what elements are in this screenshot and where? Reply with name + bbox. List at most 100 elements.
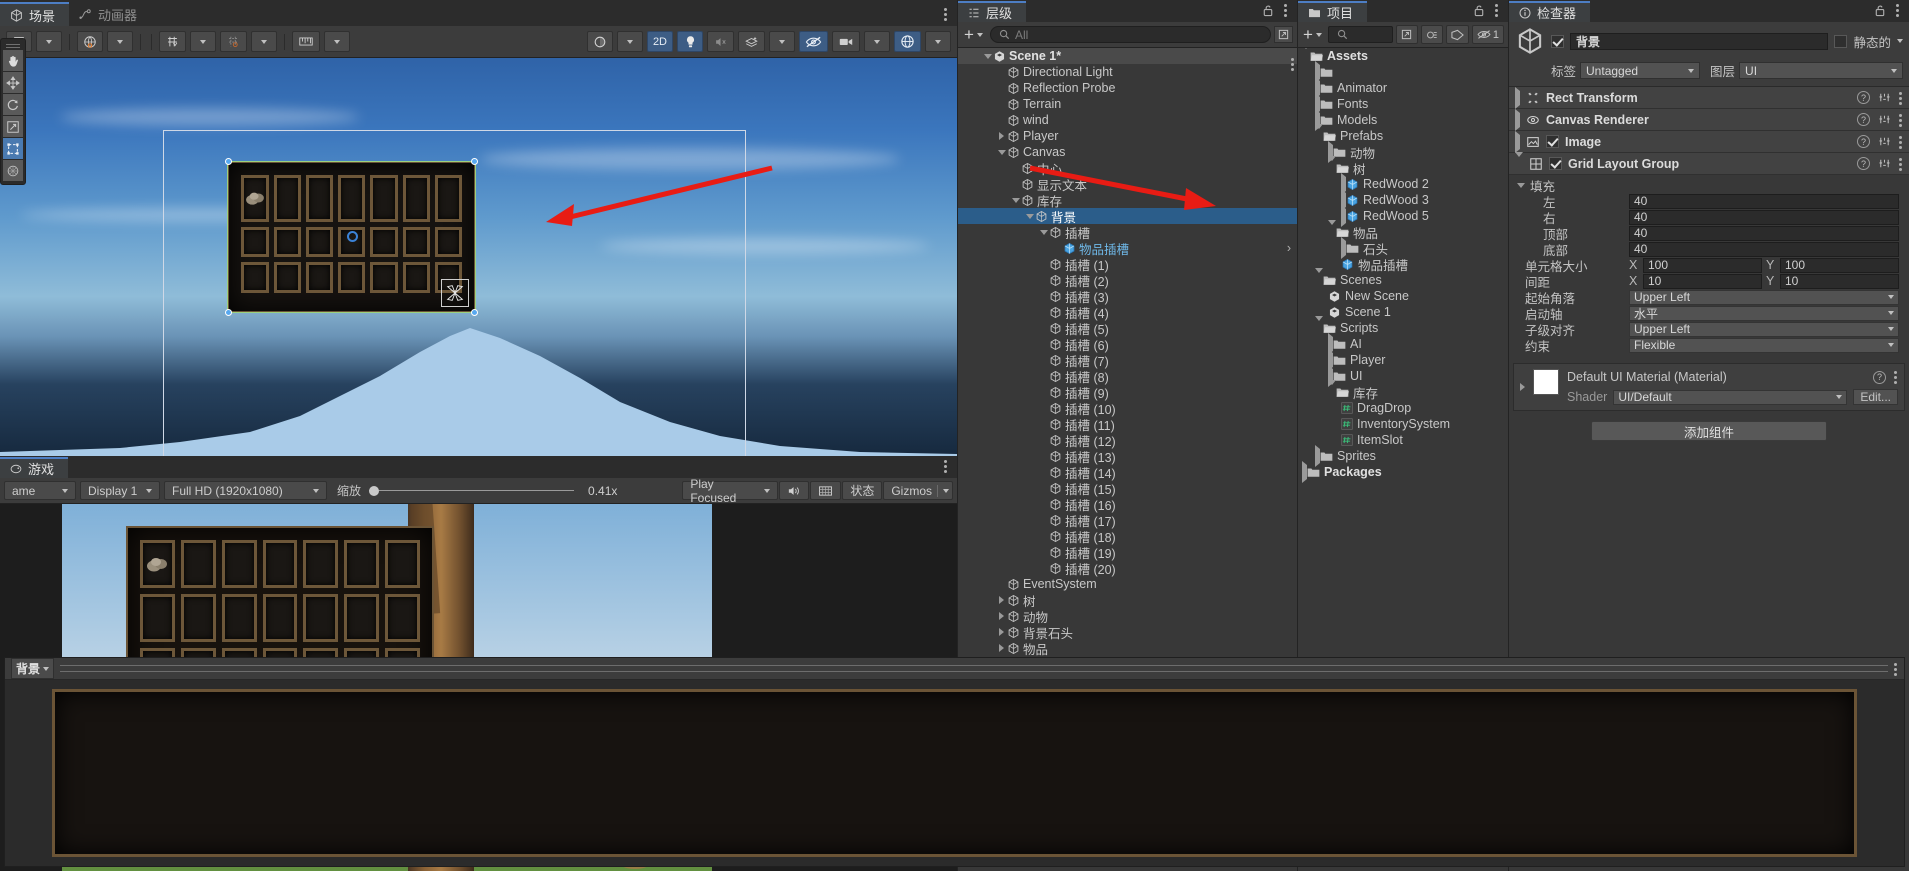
preview-drag-area[interactable] — [60, 665, 1888, 672]
camera-settings-button[interactable] — [832, 31, 860, 52]
audio-toggle-button[interactable] — [707, 31, 734, 52]
hierarchy-item[interactable]: 背景 — [958, 208, 1297, 225]
fold-toggle[interactable] — [1315, 268, 1323, 287]
fold-toggle[interactable] — [996, 644, 1007, 652]
project-item[interactable]: 树 — [1298, 156, 1508, 177]
hierarchy-sort-button[interactable] — [1274, 26, 1293, 43]
project-popout-button[interactable] — [1395, 25, 1418, 44]
game-slot[interactable] — [344, 540, 380, 588]
move-tool[interactable] — [3, 72, 23, 93]
hierarchy-item[interactable]: 插槽 (14) — [958, 464, 1297, 481]
tag-dropdown[interactable]: Untagged — [1580, 62, 1701, 79]
hierarchy-item[interactable]: 插槽 (12) — [958, 432, 1297, 449]
hierarchy-item[interactable]: 插槽 (15) — [958, 480, 1297, 497]
component-enabled-checkbox[interactable] — [1549, 157, 1562, 170]
lock-icon[interactable] — [1473, 4, 1485, 17]
padding-input[interactable]: 40 — [1629, 225, 1899, 241]
game-slot[interactable] — [180, 540, 216, 588]
snap-increment-dropdown[interactable] — [251, 31, 277, 52]
game-slot[interactable] — [262, 594, 298, 642]
static-dropdown-icon[interactable] — [1897, 39, 1903, 43]
lock-icon[interactable] — [1874, 4, 1886, 17]
gizmos-toggle-button[interactable] — [894, 31, 921, 52]
hierarchy-item[interactable]: 插槽 (11) — [958, 416, 1297, 433]
project-item[interactable]: Sprites — [1298, 445, 1508, 467]
shader-dropdown[interactable]: UI/Default — [1613, 389, 1848, 405]
inventory-background-object[interactable] — [225, 158, 478, 316]
preset-icon[interactable] — [1878, 91, 1891, 104]
project-item[interactable]: RedWood 2 — [1298, 173, 1508, 195]
hierarchy-item[interactable]: EventSystem — [958, 576, 1297, 592]
transform-tool[interactable] — [3, 160, 23, 181]
project-item[interactable]: Packages — [1298, 461, 1508, 483]
component-fold-toggle[interactable] — [1515, 108, 1520, 131]
gizmos-dropdown[interactable] — [925, 31, 951, 52]
game-slot[interactable] — [303, 594, 339, 642]
game-slot[interactable] — [140, 594, 175, 642]
game-slot[interactable] — [385, 594, 420, 642]
preset-icon[interactable] — [1878, 157, 1891, 170]
project-item[interactable]: Animator — [1298, 77, 1508, 99]
global-local-dropdown[interactable] — [107, 31, 133, 52]
overflow-chevron-icon[interactable]: › — [1287, 241, 1297, 255]
fold-toggle[interactable] — [1315, 124, 1323, 143]
palette-drag-handle[interactable] — [3, 42, 23, 49]
padding-input[interactable]: 40 — [1629, 193, 1899, 209]
hierarchy-item[interactable]: 物品 — [958, 640, 1297, 657]
hierarchy-scene-row[interactable]: Scene 1* — [958, 48, 1297, 71]
preview-object-dropdown[interactable]: 背景 — [11, 658, 55, 679]
resize-handle-bl[interactable] — [225, 309, 232, 316]
tab-animator[interactable]: 动画器 — [69, 2, 152, 26]
preset-icon[interactable] — [1878, 135, 1891, 148]
rect-tool[interactable] — [3, 138, 23, 159]
project-item[interactable]: DragDrop — [1298, 400, 1508, 416]
material-foldout-icon[interactable] — [1520, 383, 1525, 391]
project-item[interactable]: Scene 1 — [1298, 304, 1508, 320]
scene-fold-toggle[interactable] — [982, 53, 993, 59]
hierarchy-item[interactable]: 插槽 (16) — [958, 496, 1297, 513]
add-component-button[interactable]: 添加组件 — [1591, 421, 1827, 441]
shader-edit-button[interactable]: Edit... — [1853, 389, 1898, 405]
hierarchy-item[interactable]: Directional Light — [958, 64, 1297, 80]
padding-input[interactable]: 40 — [1629, 209, 1899, 225]
project-item[interactable]: 物品 — [1298, 220, 1508, 241]
game-slot[interactable] — [385, 540, 420, 588]
component-fold-toggle[interactable] — [1515, 130, 1520, 153]
fold-toggle[interactable] — [1328, 220, 1336, 239]
hierarchy-item[interactable]: Reflection Probe — [958, 80, 1297, 96]
start-axis-dropdown[interactable]: 水平 — [1629, 305, 1899, 321]
project-item[interactable]: InventorySystem — [1298, 416, 1508, 432]
grid-snap-increment[interactable] — [220, 31, 247, 52]
help-icon[interactable]: ? — [1857, 91, 1870, 104]
hierarchy-item[interactable]: 动物 — [958, 608, 1297, 625]
display-dropdown[interactable]: Display 1 — [80, 481, 160, 500]
hierarchy-item[interactable]: 插槽 (5) — [958, 320, 1297, 337]
project-item[interactable]: 库存 — [1298, 380, 1508, 401]
hierarchy-item[interactable]: 背景石头 — [958, 624, 1297, 641]
fold-toggle[interactable] — [996, 612, 1007, 620]
inspector-kebab-icon[interactable] — [1896, 2, 1900, 18]
shading-dropdown[interactable] — [616, 31, 643, 52]
hierarchy-item[interactable]: 插槽 (20) — [958, 560, 1297, 577]
component-enabled-checkbox[interactable] — [1546, 135, 1559, 148]
hierarchy-item[interactable]: 中心 — [958, 160, 1297, 177]
game-kebab-icon[interactable] — [944, 458, 948, 474]
hierarchy-item[interactable]: wind — [958, 112, 1297, 128]
layer-dropdown[interactable]: UI — [1739, 62, 1903, 79]
tab-scene[interactable]: 场景 — [0, 2, 70, 26]
layout-toggle[interactable] — [292, 31, 320, 52]
gameobject-name-input[interactable]: 背景 — [1570, 32, 1829, 50]
hierarchy-item[interactable]: 物品插槽 › — [958, 240, 1297, 257]
padding-input[interactable]: 40 — [1629, 241, 1899, 257]
effects-toggle-button[interactable] — [738, 31, 765, 52]
project-item[interactable]: 物品插槽 — [1298, 256, 1508, 273]
hierarchy-item[interactable]: Terrain — [958, 96, 1297, 112]
tab-game[interactable]: 游戏 — [0, 457, 69, 478]
child-alignment-dropdown[interactable]: Upper Left — [1629, 321, 1899, 337]
start-corner-dropdown[interactable]: Upper Left — [1629, 289, 1899, 305]
mute-audio-button[interactable] — [779, 481, 810, 500]
fold-toggle[interactable] — [996, 628, 1007, 636]
scale-slider-thumb[interactable] — [369, 485, 380, 496]
hierarchy-item[interactable]: 插槽 (13) — [958, 448, 1297, 465]
fold-toggle[interactable] — [1024, 213, 1035, 219]
